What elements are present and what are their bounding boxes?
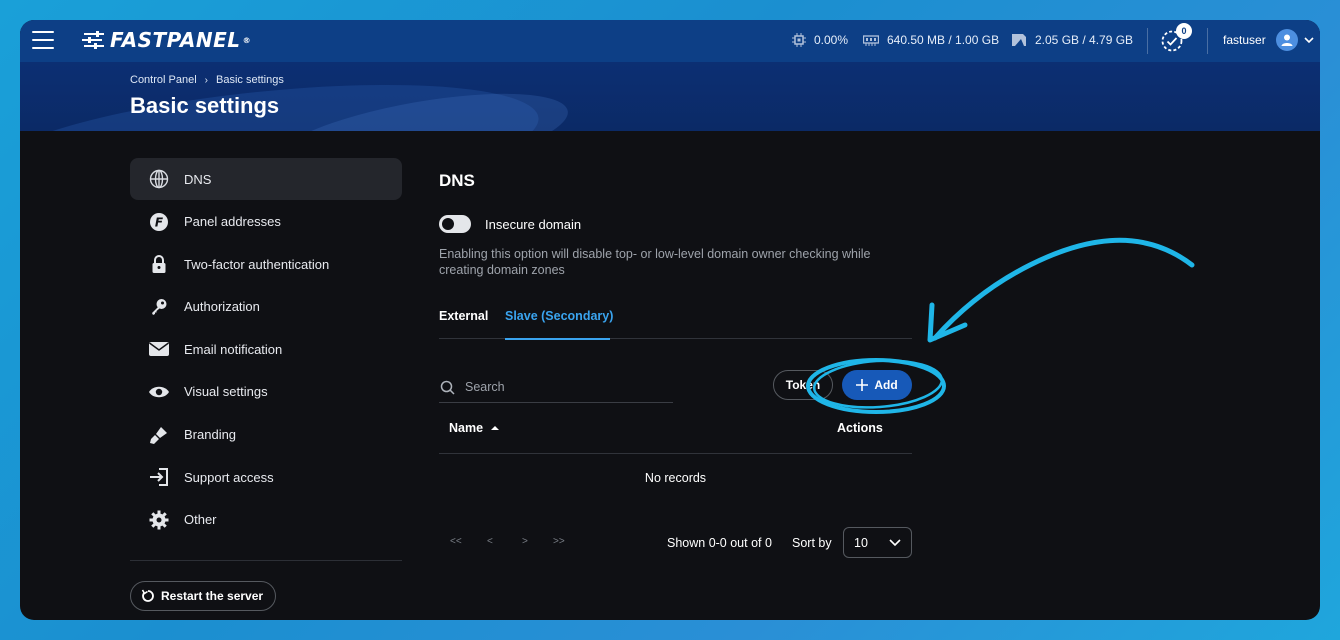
ram-stat: 640.50 MB / 1.00 GB <box>863 33 999 47</box>
tasks-badge: 0 <box>1176 23 1192 39</box>
key-icon <box>148 296 170 318</box>
divider <box>1147 28 1148 54</box>
insecure-domain-label: Insecure domain <box>485 216 582 232</box>
sidebar-item-dns[interactable]: DNS <box>130 158 402 200</box>
divider <box>1207 28 1208 54</box>
app-window: FASTPANEL ® 0.00% 640.50 MB / 1.00 GB 2.… <box>20 20 1320 620</box>
eye-icon <box>148 381 170 403</box>
pager-prev[interactable]: < <box>487 536 493 547</box>
cpu-stat: 0.00% <box>792 33 848 47</box>
sidebar-item-visual-settings[interactable]: Visual settings <box>130 371 402 413</box>
breadcrumb-current: Basic settings <box>216 74 284 86</box>
search-input[interactable] <box>465 380 655 394</box>
tab-external[interactable]: External <box>439 309 488 323</box>
top-bar: FASTPANEL ® 0.00% 640.50 MB / 1.00 GB 2.… <box>20 20 1320 62</box>
search-icon <box>440 380 455 395</box>
token-button[interactable]: Token <box>773 370 833 400</box>
section-title: DNS <box>439 171 475 190</box>
svg-text:F: F <box>155 215 164 229</box>
insecure-domain-row: Insecure domain <box>439 215 581 233</box>
gear-icon <box>148 509 170 531</box>
cpu-icon <box>792 33 806 47</box>
sidebar-item-branding[interactable]: Branding <box>130 414 402 456</box>
page-header: Control Panel › Basic settings Basic set… <box>20 62 1320 131</box>
sidebar-item-support-access[interactable]: Support access <box>130 456 402 498</box>
breadcrumb: Control Panel › Basic settings <box>130 74 284 86</box>
envelope-icon <box>148 338 170 360</box>
plus-icon <box>856 379 869 391</box>
panel-f-icon: F <box>148 211 170 233</box>
pager-first[interactable]: << <box>450 536 462 547</box>
username[interactable]: fastuser <box>1223 33 1266 47</box>
chevron-down-icon <box>889 539 901 547</box>
sidebar-item-two-factor[interactable]: Two-factor authentication <box>130 243 402 285</box>
sidebar-item-authorization[interactable]: Authorization <box>130 286 402 328</box>
sidebar-divider <box>130 560 402 561</box>
search-box <box>439 372 673 403</box>
logo[interactable]: FASTPANEL ® <box>82 28 251 52</box>
annotation-arrowhead <box>927 302 968 343</box>
pager-last[interactable]: >> <box>553 536 565 547</box>
sidebar-item-panel-addresses[interactable]: F Panel addresses <box>130 201 402 243</box>
menu-icon[interactable] <box>32 31 54 49</box>
logo-text: FASTPANEL <box>110 28 241 52</box>
brush-icon <box>148 424 170 446</box>
sort-asc-icon <box>491 426 500 430</box>
column-header-actions: Actions <box>837 421 883 435</box>
breadcrumb-chevron-icon: › <box>204 74 208 86</box>
insecure-domain-hint: Enabling this option will disable top- o… <box>439 247 871 277</box>
per-page-select[interactable]: 10 <box>843 527 912 558</box>
settings-sidebar: DNS F Panel addresses Two-factor authent… <box>130 158 402 541</box>
globe-icon <box>148 168 170 190</box>
avatar[interactable] <box>1276 29 1298 51</box>
lock-icon <box>148 253 170 275</box>
user-icon <box>1281 34 1293 46</box>
table-divider <box>439 453 912 454</box>
disk-icon <box>1012 34 1026 46</box>
add-button[interactable]: Add <box>842 370 912 400</box>
disk-stat: 2.05 GB / 4.79 GB <box>1011 33 1133 47</box>
column-header-name[interactable]: Name <box>449 421 500 435</box>
enter-icon <box>148 466 170 488</box>
annotation-arrow <box>932 237 1195 341</box>
active-tab-indicator <box>505 338 610 340</box>
breadcrumb-root[interactable]: Control Panel <box>130 74 197 86</box>
records-count: Shown 0-0 out of 0 <box>667 536 772 550</box>
chevron-down-icon[interactable] <box>1303 34 1315 46</box>
page-title: Basic settings <box>130 93 280 118</box>
ram-icon <box>863 35 879 46</box>
insecure-domain-toggle[interactable] <box>439 215 471 233</box>
restart-icon <box>141 589 154 602</box>
sidebar-item-email-notification[interactable]: Email notification <box>130 328 402 370</box>
tab-slave-secondary[interactable]: Slave (Secondary) <box>505 309 613 323</box>
sort-by-label: Sort by <box>792 536 832 550</box>
dns-tabs: External Slave (Secondary) <box>439 303 912 340</box>
logo-sliders-icon <box>82 31 104 49</box>
pager-next[interactable]: > <box>522 536 528 547</box>
empty-state: No records <box>644 471 707 485</box>
sidebar-item-other[interactable]: Other <box>130 499 402 541</box>
restart-server-button[interactable]: Restart the server <box>130 581 277 611</box>
